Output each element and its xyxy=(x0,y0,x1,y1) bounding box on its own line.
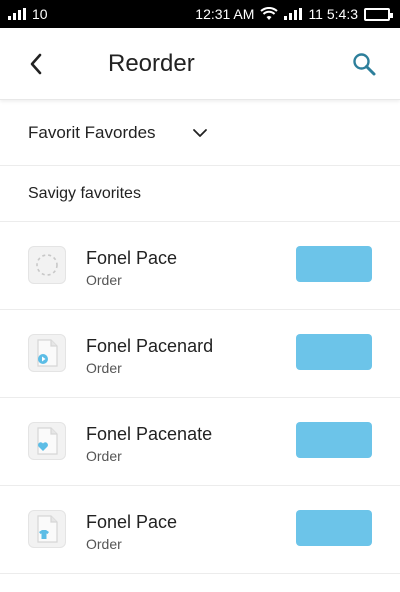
search-icon xyxy=(353,53,376,76)
reorder-button[interactable] xyxy=(296,422,372,458)
section-label: Savigy favorites xyxy=(28,184,141,202)
status-right: 12:31 AM 11 5:4:3 xyxy=(195,6,393,22)
item-title: Fonel Pacenate xyxy=(86,424,213,444)
search-button[interactable] xyxy=(350,50,378,78)
list-item[interactable]: Fonel Pacenate Order xyxy=(0,398,400,486)
battery-icon xyxy=(364,7,393,21)
wifi-icon xyxy=(260,7,279,20)
list-item[interactable]: Fonel Pace Order xyxy=(0,222,400,310)
item-title: Fonel Pace xyxy=(86,248,178,268)
item-subtitle: Order xyxy=(86,272,122,288)
cell-signal-icon xyxy=(284,8,303,20)
status-bar: 10 12:31 AM 11 5:4:3 xyxy=(0,0,400,28)
document-play-icon xyxy=(28,334,66,372)
item-title: Fonel Pace xyxy=(86,512,178,532)
reorder-button[interactable] xyxy=(296,246,372,282)
item-subtitle: Order xyxy=(86,448,122,464)
page-title: Reorder xyxy=(108,50,195,77)
favorites-dropdown[interactable]: Favorit Favordes xyxy=(0,100,400,166)
status-right-text: 11 5:4:3 xyxy=(308,6,358,22)
chevron-left-icon xyxy=(30,53,42,75)
placeholder-circle-icon xyxy=(28,246,66,284)
reorder-button[interactable] xyxy=(296,334,372,370)
status-time: 12:31 AM xyxy=(195,6,255,22)
item-subtitle: Order xyxy=(86,536,122,552)
favorites-list: Fonel Pace Order Fonel Pacenard Order Fo… xyxy=(0,222,400,574)
status-left-text: 10 xyxy=(32,6,48,22)
dropdown-label: Favorit Favordes xyxy=(28,122,156,142)
reorder-button[interactable] xyxy=(296,510,372,546)
item-subtitle: Order xyxy=(86,360,122,376)
section-header: Savigy favorites xyxy=(0,166,400,222)
item-title: Fonel Pacenard xyxy=(86,336,214,356)
document-shirt-icon xyxy=(28,510,66,548)
list-item[interactable]: Fonel Pacenard Order xyxy=(0,310,400,398)
document-heart-icon xyxy=(28,422,66,460)
list-item[interactable]: Fonel Pace Order xyxy=(0,486,400,574)
app-header: Reorder xyxy=(0,28,400,100)
status-left: 10 xyxy=(8,6,48,22)
signal-icon xyxy=(8,8,26,20)
chevron-down-icon xyxy=(192,128,207,137)
back-button[interactable] xyxy=(24,50,48,78)
